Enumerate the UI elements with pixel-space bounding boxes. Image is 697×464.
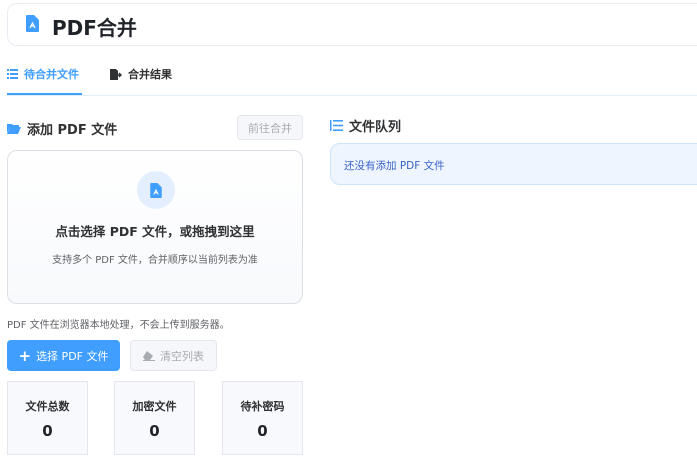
go-merge-button[interactable]: 前往合并 [237,115,303,140]
section-title-text: 添加 PDF 文件 [27,123,118,138]
tab-label: 待合并文件 [24,68,79,81]
section-title-text: 文件队列 [349,120,402,135]
add-section-title: 添加 PDF 文件 [7,119,117,138]
folder-open-icon [7,124,21,134]
tab-pending-files[interactable]: 待合并文件 [7,66,79,82]
pdf-file-icon [137,171,175,209]
stat-value: 0 [42,422,53,440]
clear-list-button[interactable]: 清空列表 [130,340,217,371]
button-label: 清空列表 [160,349,204,363]
stat-encrypted-files: 加密文件 0 [114,381,195,455]
tab-merge-result[interactable]: 合并结果 [110,66,172,82]
stat-value: 0 [257,422,268,440]
file-export-icon [110,68,122,80]
stat-total-files: 文件总数 0 [7,381,88,455]
stat-pending-password: 待补密码 0 [222,381,303,455]
tab-label: 合并结果 [128,68,172,81]
plus-icon: + [18,346,32,365]
stat-label: 待补密码 [240,400,285,413]
button-label: 选择 PDF 文件 [36,349,109,363]
stat-label: 加密文件 [132,400,177,413]
page-title: PDF合并 [52,16,137,40]
queue-empty-message: 还没有添加 PDF 文件 [330,143,697,185]
dropzone-title: 点击选择 PDF 文件，或拖拽到这里 [55,224,255,239]
dropzone-subtitle: 支持多个 PDF 文件，合并顺序以当前列表为准 [52,255,258,266]
eraser-icon [143,350,155,361]
stat-value: 0 [149,422,160,440]
select-pdf-button[interactable]: + 选择 PDF 文件 [7,340,120,371]
pdf-file-icon [26,15,39,36]
pdf-dropzone[interactable]: 点击选择 PDF 文件，或拖拽到这里 支持多个 PDF 文件，合并顺序以当前列表… [7,150,303,304]
queue-section-title: 文件队列 [330,116,401,135]
privacy-note: PDF 文件在浏览器本地处理，不会上传到服务器。 [7,320,230,331]
app-header: PDF合并 [7,3,697,46]
ordered-list-icon [330,120,343,131]
stat-label: 文件总数 [25,400,70,413]
tab-divider [7,95,697,96]
list-icon [7,69,18,79]
